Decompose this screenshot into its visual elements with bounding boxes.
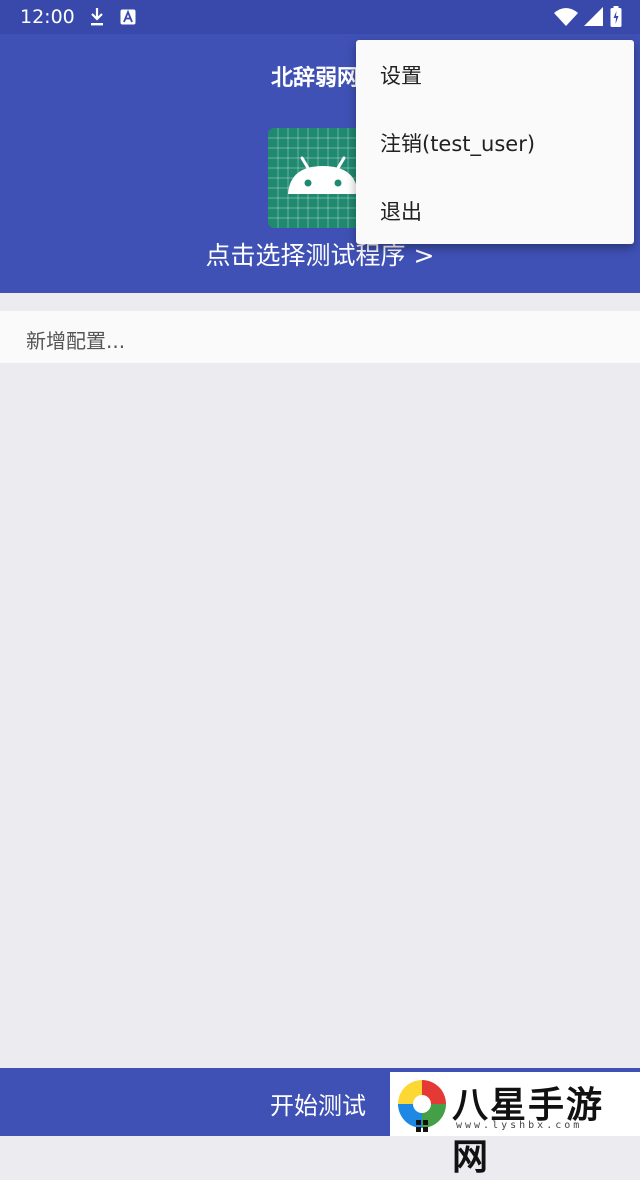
android-icon <box>268 128 368 228</box>
battery-icon <box>610 6 622 27</box>
watermark: 八星手游网 www.lyshbx.com <box>390 1072 640 1178</box>
start-test-button[interactable]: 开始测试 <box>270 1086 366 1121</box>
app-icon[interactable] <box>268 128 368 228</box>
watermark-url: www.lyshbx.com <box>456 1120 583 1131</box>
app-title-text: 北辞弱网 <box>270 66 359 91</box>
a-app-icon <box>120 9 136 25</box>
menu-item-label: 设置 <box>380 64 422 88</box>
menu-item-settings[interactable]: 设置 <box>356 40 634 108</box>
menu-item-exit[interactable]: 退出 <box>356 176 634 244</box>
menu-item-label: 退出 <box>380 200 422 224</box>
menu-item-logout[interactable]: 注销(test_user) <box>356 108 634 176</box>
watermark-logo-icon <box>398 1080 446 1132</box>
signal-icon <box>584 7 603 26</box>
menu-item-label: 注销(test_user) <box>380 132 536 156</box>
status-bar: 12:00 <box>0 0 640 34</box>
add-config-row[interactable]: 新增配置... <box>0 311 640 363</box>
download-icon <box>91 8 103 26</box>
status-time: 12:00 <box>20 6 75 28</box>
add-config-label: 新增配置... <box>26 329 126 353</box>
overflow-menu: 设置 注销(test_user) 退出 <box>356 40 634 244</box>
wifi-icon <box>554 8 578 26</box>
